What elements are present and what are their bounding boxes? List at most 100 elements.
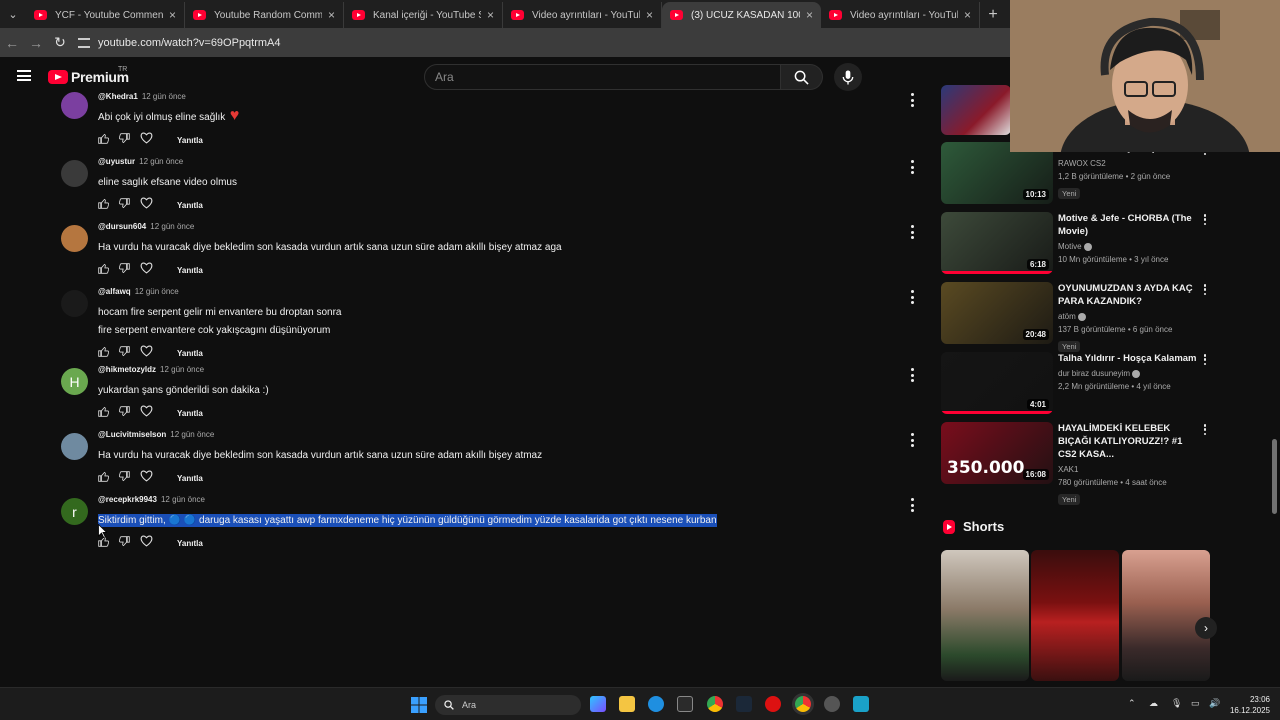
like-icon[interactable]	[98, 261, 110, 279]
dislike-icon[interactable]	[118, 261, 130, 279]
tab-close-icon[interactable]: ×	[964, 8, 971, 22]
reply-button[interactable]: Yanıtla	[177, 349, 203, 358]
avatar[interactable]	[61, 290, 88, 317]
youtube-premium-logo[interactable]: Premium TR	[48, 66, 129, 85]
new-tab-button[interactable]: +	[980, 2, 1006, 28]
channel-name[interactable]: XAK1	[1058, 465, 1078, 474]
heart-icon[interactable]	[140, 404, 153, 422]
video-thumbnail[interactable]: 6:18	[941, 212, 1053, 274]
video-thumbnail[interactable]: 20:48	[941, 282, 1053, 344]
tab-close-icon[interactable]: ×	[646, 8, 653, 22]
reply-button[interactable]: Yanıtla	[177, 136, 203, 145]
search-input[interactable]: Ara	[424, 64, 781, 90]
dislike-icon[interactable]	[118, 404, 130, 422]
channel-name[interactable]: dur biraz dusuneyim	[1058, 369, 1130, 378]
comment-author[interactable]: @dursun604	[98, 222, 146, 231]
edge-icon[interactable]	[648, 696, 664, 712]
microphone-tray-icon[interactable]: 🎙	[1171, 698, 1182, 709]
comment-menu-icon[interactable]	[909, 368, 915, 382]
browser-tab[interactable]: (3) UCUZ KASADAN 1000$ MA ×	[662, 2, 821, 28]
browser-tab[interactable]: Video ayrıntıları - YouTube Stu ×	[503, 2, 662, 28]
comment-time[interactable]: 12 gün önce	[139, 157, 183, 166]
copilot-icon[interactable]	[590, 696, 606, 712]
dislike-icon[interactable]	[118, 469, 130, 487]
recommendation-item[interactable]: 20:48 OYUNUMUZDAN 3 AYDA KAÇ PARA KAZANDI…	[941, 282, 1211, 352]
short-thumbnail[interactable]	[1031, 550, 1119, 681]
avatar[interactable]	[61, 160, 88, 187]
video-title[interactable]: OYUNUMUZDAN 3 AYDA KAÇ PARA KAZANDIK?	[1058, 282, 1198, 308]
tab-close-icon[interactable]: ×	[806, 8, 813, 22]
browser-tab[interactable]: Kanal içeriği - YouTube Studio ×	[344, 2, 503, 28]
like-icon[interactable]	[98, 404, 110, 422]
video-thumbnail[interactable]	[941, 85, 1011, 135]
search-button[interactable]	[781, 64, 823, 90]
url-field[interactable]: youtube.com/watch?v=69OPpqtrmA4	[78, 37, 281, 49]
reply-button[interactable]: Yanıtla	[177, 266, 203, 275]
taskbar-search[interactable]: Ara	[435, 695, 581, 715]
comment-menu-icon[interactable]	[909, 433, 915, 447]
comment-menu-icon[interactable]	[909, 160, 915, 174]
avatar[interactable]	[61, 92, 88, 119]
windows-start-icon[interactable]	[411, 697, 427, 713]
tab-close-icon[interactable]: ×	[328, 8, 335, 22]
channel-name[interactable]: RAWOX CS2	[1058, 159, 1106, 168]
reply-button[interactable]: Yanıtla	[177, 201, 203, 210]
forward-arrow-icon[interactable]: →	[24, 35, 48, 51]
video-thumbnail[interactable]: 350.000 16:08	[941, 422, 1053, 484]
store-icon[interactable]	[677, 696, 693, 712]
comment-time[interactable]: 12 gün önce	[161, 495, 205, 504]
voice-search-button[interactable]	[834, 63, 862, 91]
like-icon[interactable]	[98, 344, 110, 362]
reload-icon[interactable]: ↻	[48, 34, 72, 51]
file-explorer-icon[interactable]	[619, 696, 635, 712]
heart-icon[interactable]	[140, 131, 153, 149]
video-thumbnail[interactable]: 4:01	[941, 352, 1053, 414]
dislike-icon[interactable]	[118, 196, 130, 214]
short-thumbnail[interactable]	[1122, 550, 1210, 681]
reply-button[interactable]: Yanıtla	[177, 539, 203, 548]
comment-menu-icon[interactable]	[909, 498, 915, 512]
like-icon[interactable]	[98, 196, 110, 214]
recommendation-item[interactable]: 6:18 Motive & Jefe - CHORBA (The Movie) Mo…	[941, 212, 1211, 274]
comment-time[interactable]: 12 gün önce	[135, 287, 179, 296]
browser-tab[interactable]: Youtube Random Comment Pic ×	[185, 2, 344, 28]
recommendation-item[interactable]: 350.000 16:08 HAYALİMDEKİ KELEBEK BIÇAĞI K…	[941, 422, 1211, 505]
comment-author[interactable]: @hikmetozyldz	[98, 365, 156, 374]
site-info-icon[interactable]	[78, 37, 90, 48]
video-menu-icon[interactable]	[1203, 354, 1207, 365]
video-menu-icon[interactable]	[1203, 424, 1207, 435]
recommendation-item[interactable]: 4:01 Talha Yıldırır - Hoşça Kalamam dur bi…	[941, 352, 1211, 414]
menu-icon[interactable]	[17, 70, 31, 81]
tab-search-chevron-icon[interactable]: ⌄	[0, 0, 26, 28]
avatar[interactable]: r	[61, 498, 88, 525]
steam-icon[interactable]	[736, 696, 752, 712]
like-icon[interactable]	[98, 131, 110, 149]
heart-icon[interactable]	[140, 344, 153, 362]
short-thumbnail[interactable]	[941, 550, 1029, 681]
chrome-active-icon[interactable]	[795, 696, 811, 712]
channel-name[interactable]: Motive	[1058, 242, 1082, 251]
page-scrollbar[interactable]	[1272, 439, 1277, 514]
video-menu-icon[interactable]	[1203, 214, 1207, 225]
dislike-icon[interactable]	[118, 131, 130, 149]
tab-close-icon[interactable]: ×	[487, 8, 494, 22]
reply-button[interactable]: Yanıtla	[177, 409, 203, 418]
video-title[interactable]: Motive & Jefe - CHORBA (The Movie)	[1058, 212, 1198, 238]
comment-author[interactable]: @Lucivitmiselson	[98, 430, 166, 439]
video-title[interactable]: Talha Yıldırır - Hoşça Kalamam	[1058, 352, 1198, 365]
browser-tab[interactable]: Video ayrıntıları - YouTube Stu ×	[821, 2, 980, 28]
comment-menu-icon[interactable]	[909, 225, 915, 239]
comment-time[interactable]: 12 gün önce	[150, 222, 194, 231]
browser-tab[interactable]: YCF - Youtube Comment Finder ×	[26, 2, 185, 28]
heart-icon[interactable]	[140, 261, 153, 279]
taskbar-clock[interactable]: 23:06 16.12.2025	[1228, 694, 1270, 716]
avatar[interactable]: H	[61, 368, 88, 395]
comment-menu-icon[interactable]	[909, 290, 915, 304]
like-icon[interactable]	[98, 469, 110, 487]
display-icon[interactable]: ▭	[1191, 698, 1200, 709]
comment-author[interactable]: @recepkrk9943	[98, 495, 157, 504]
volume-icon[interactable]: 🔊	[1209, 698, 1220, 709]
shorts-next-button[interactable]: ›	[1195, 617, 1217, 639]
video-title[interactable]: HAYALİMDEKİ KELEBEK BIÇAĞI KATLIYORUZZ!?…	[1058, 422, 1198, 461]
tab-close-icon[interactable]: ×	[169, 8, 176, 22]
